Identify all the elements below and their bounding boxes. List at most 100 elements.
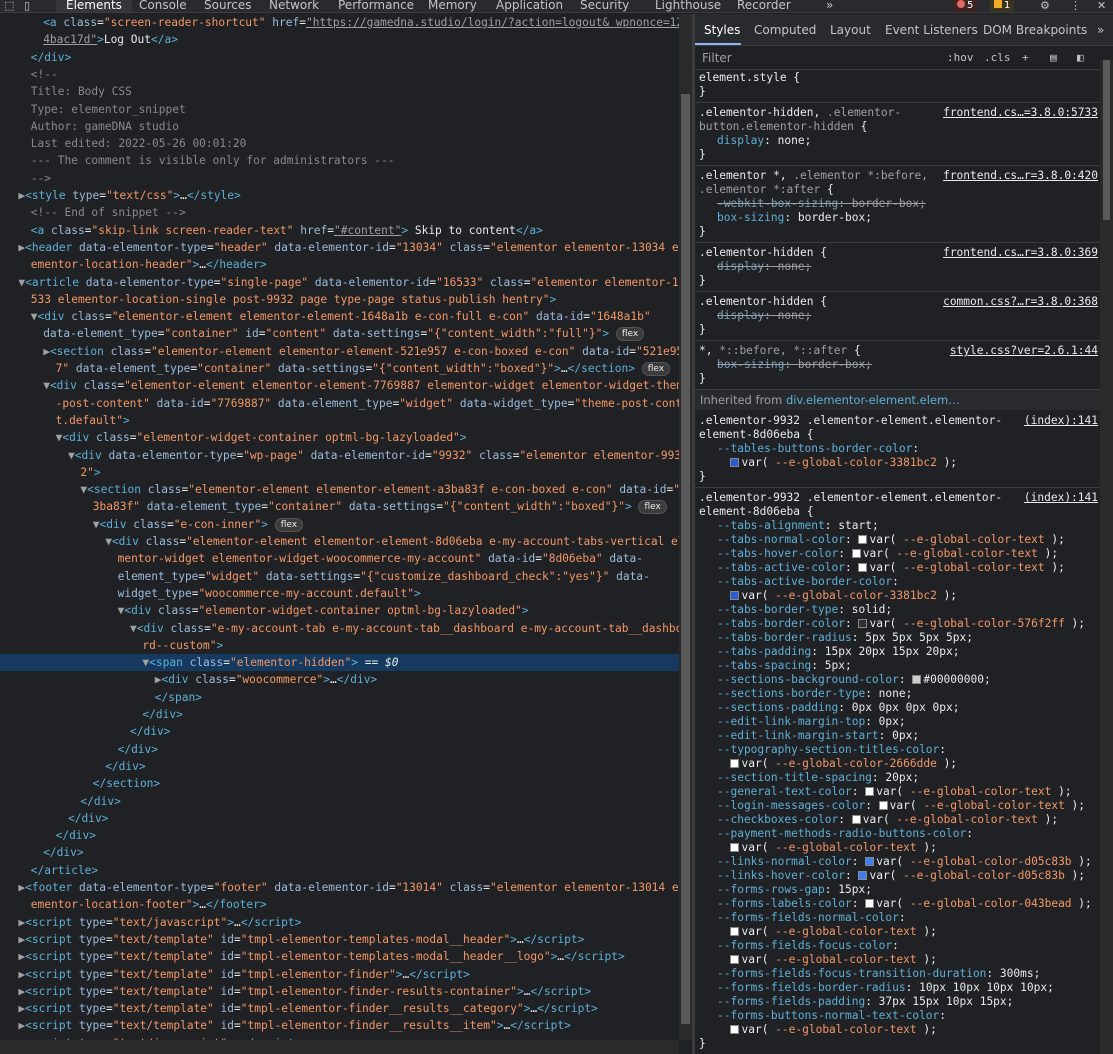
css-property[interactable]: var( --e-global-color-text ); bbox=[695, 953, 1100, 967]
tab-recorder[interactable]: Recorder bbox=[737, 0, 791, 12]
cls-toggle[interactable]: .cls bbox=[984, 51, 1011, 64]
css-property[interactable]: --checkboxes-color: var( --e-global-colo… bbox=[695, 813, 1100, 827]
dom-node-line[interactable]: --> bbox=[0, 170, 679, 187]
dom-node-line[interactable]: ▼<div class="elementor-element elementor… bbox=[0, 308, 679, 325]
dom-node-line[interactable]: data-element_type="container" id="conten… bbox=[0, 325, 679, 342]
css-property[interactable]: var( --e-global-color-3381bc2 ); bbox=[695, 589, 1100, 603]
tab-lighthouse[interactable]: Lighthouse bbox=[655, 0, 721, 12]
css-property[interactable]: --sections-padding: 0px 0px 0px 0px; bbox=[695, 701, 1100, 715]
css-property[interactable]: --tables-buttons-border-color: bbox=[695, 442, 1100, 456]
dom-node-line[interactable]: <!-- End of snippet --> bbox=[0, 204, 679, 221]
css-property[interactable]: box-sizing: border-box; bbox=[695, 358, 1100, 372]
tab-console[interactable]: Console bbox=[139, 0, 187, 12]
css-source-link[interactable]: (index):141 bbox=[1024, 491, 1098, 505]
css-property[interactable]: --sections-background-color: #00000000; bbox=[695, 673, 1100, 687]
css-property[interactable]: --links-normal-color: var( --e-global-co… bbox=[695, 855, 1100, 869]
css-property[interactable]: --tabs-spacing: 5px; bbox=[695, 659, 1100, 673]
css-property[interactable]: var( --e-global-color-2666dde ); bbox=[695, 757, 1100, 771]
more-tabs-button[interactable]: » bbox=[826, 0, 833, 12]
css-property[interactable]: --forms-rows-gap: 15px; bbox=[695, 883, 1100, 897]
css-property[interactable]: --tabs-border-type: solid; bbox=[695, 603, 1100, 617]
dom-node-line[interactable]: ▼<section class="elementor-element eleme… bbox=[0, 481, 679, 498]
toggle-sidebar-icon[interactable]: ◧ bbox=[1077, 51, 1084, 64]
gear-icon[interactable]: ⚙ bbox=[1040, 0, 1050, 12]
dom-node-line[interactable]: t.default"> bbox=[0, 412, 679, 429]
css-property[interactable]: var( --e-global-color-text ); bbox=[695, 841, 1100, 855]
dom-vertical-scrollbar[interactable] bbox=[679, 14, 692, 1040]
css-property[interactable]: display: none; bbox=[695, 134, 1100, 148]
close-icon[interactable]: ✕ bbox=[1097, 0, 1106, 12]
css-property[interactable]: var( --e-global-color-text ); bbox=[695, 925, 1100, 939]
css-source-link[interactable]: style.css?ver=2.6.1:44 bbox=[950, 344, 1098, 358]
dom-node-line[interactable]: ▼<div class="elementor-widget-container … bbox=[0, 602, 679, 619]
dom-node-line[interactable]: 4bac17d">Log Out</a> bbox=[0, 31, 679, 48]
paint-icon[interactable]: ▤ bbox=[1050, 51, 1057, 64]
css-property[interactable]: display: none; bbox=[695, 260, 1100, 274]
subtab-layout[interactable]: Layout bbox=[830, 23, 871, 37]
css-property[interactable]: --forms-fields-normal-color: bbox=[695, 911, 1100, 925]
tab-memory[interactable]: Memory bbox=[428, 0, 477, 12]
css-property[interactable]: --login-messages-color: var( --e-global-… bbox=[695, 799, 1100, 813]
dom-tree-panel[interactable]: <a class="screen-reader-shortcut" href="… bbox=[0, 14, 679, 1040]
tab-performance[interactable]: Performance bbox=[338, 0, 414, 12]
css-property[interactable]: var( --e-global-color-3381bc2 ); bbox=[695, 456, 1100, 470]
css-property[interactable]: --forms-fields-focus-color: bbox=[695, 939, 1100, 953]
dom-node-line[interactable]: </div> bbox=[0, 741, 679, 758]
dom-node-line[interactable]: <a class="skip-link screen-reader-text" … bbox=[0, 222, 679, 239]
subtab-event-listeners[interactable]: Event Listeners bbox=[885, 23, 978, 37]
dom-node-line[interactable]: element_type="widget" data-settings="{"c… bbox=[0, 568, 679, 585]
dom-node-line[interactable]: ▼<article data-elementor-type="single-pa… bbox=[0, 274, 679, 291]
dom-node-line[interactable]: --- The comment is visible only for admi… bbox=[0, 152, 679, 169]
css-property[interactable]: --edit-link-margin-top: 0px; bbox=[695, 715, 1100, 729]
dom-node-line[interactable]: ▶<script type="text/template" id="tmpl-e… bbox=[0, 983, 679, 1000]
css-property[interactable]: --forms-fields-border-radius: 10px 10px … bbox=[695, 981, 1100, 995]
error-count-badge[interactable]: 5 bbox=[953, 0, 978, 12]
dom-node-line[interactable]: ▼<div class="elementor-widget-container … bbox=[0, 429, 679, 446]
css-property[interactable]: --sections-border-type: none; bbox=[695, 687, 1100, 701]
css-property[interactable]: --section-title-spacing: 20px; bbox=[695, 771, 1100, 785]
dom-node-line[interactable]: </div> bbox=[0, 758, 679, 775]
dom-node-line[interactable]: ▶<section class="elementor-element eleme… bbox=[0, 343, 679, 360]
dom-node-line[interactable]: 533 elementor-location-single post-9932 … bbox=[0, 291, 679, 308]
inherited-node-link[interactable]: div.elementor-element.elem… bbox=[786, 393, 960, 407]
dom-scroll-thumb[interactable] bbox=[681, 94, 690, 1024]
css-property[interactable]: --typography-section-titles-color: bbox=[695, 743, 1100, 757]
dom-node-line[interactable]: Last edited: 2022-05-26 00:01:20 bbox=[0, 135, 679, 152]
styles-scroll-thumb[interactable] bbox=[1103, 60, 1110, 220]
more-subtabs-button[interactable]: » bbox=[1097, 23, 1104, 37]
css-property[interactable]: --forms-fields-padding: 37px 15px 10px 1… bbox=[695, 995, 1100, 1009]
tab-network[interactable]: Network bbox=[269, 0, 319, 12]
dom-node-line[interactable]: ▼<div class="elementor-element elementor… bbox=[0, 377, 679, 394]
dom-node-line[interactable]: </div> bbox=[0, 49, 679, 66]
tab-application[interactable]: Application bbox=[496, 0, 563, 12]
dom-node-line[interactable]: </div> bbox=[0, 706, 679, 723]
styles-filter-input[interactable]: Filter bbox=[702, 51, 732, 65]
dom-node-line[interactable]: Type: elementor_snippet bbox=[0, 101, 679, 118]
dom-node-line[interactable]: ementor-location-footer">…</footer> bbox=[0, 896, 679, 913]
dom-node-line[interactable]: ▶<style type="text/css">…</style> bbox=[0, 187, 679, 204]
dom-node-line[interactable]: 3ba83f" data-element_type="container" da… bbox=[0, 498, 679, 515]
css-property[interactable]: --links-hover-color: var( --e-global-col… bbox=[695, 869, 1100, 883]
css-property[interactable]: --forms-labels-color: var( --e-global-co… bbox=[695, 897, 1100, 911]
dom-node-line[interactable]: ▶<script type="text/template" id="tmpl-e… bbox=[0, 948, 679, 965]
dom-node-line[interactable]: </div> bbox=[0, 844, 679, 861]
css-source-link[interactable]: (index):141 bbox=[1024, 414, 1098, 428]
css-property[interactable]: -webkit-box-sizing: border-box; bbox=[695, 197, 1100, 211]
dom-node-line[interactable]: mentor-widget elementor-widget-woocommer… bbox=[0, 550, 679, 567]
tab-elements[interactable]: Elements bbox=[56, 0, 132, 12]
css-source-link[interactable]: frontend.cs…r=3.8.0:420 bbox=[943, 169, 1098, 183]
dom-node-line[interactable]: <!-- bbox=[0, 66, 679, 83]
styles-vertical-scrollbar[interactable] bbox=[1100, 60, 1113, 1054]
dom-node-selected[interactable]: ▼<span class="elementor-hidden"> == $0 bbox=[0, 654, 679, 672]
dom-node-line[interactable]: <a class="screen-reader-shortcut" href="… bbox=[0, 14, 679, 31]
dom-horizontal-scrollbar[interactable] bbox=[0, 1040, 679, 1054]
css-property[interactable]: --tabs-alignment: start; bbox=[695, 519, 1100, 533]
dom-node-line[interactable]: 2"> bbox=[0, 464, 679, 481]
dom-node-line[interactable]: ▶<script type="text/template" id="tmpl-e… bbox=[0, 1017, 679, 1034]
css-property[interactable]: --forms-fields-focus-transition-duration… bbox=[695, 967, 1100, 981]
dom-node-line[interactable]: </section> bbox=[0, 775, 679, 792]
dom-node-line[interactable]: ▼<div class="e-my-account-tab e-my-accou… bbox=[0, 620, 679, 637]
dom-node-line[interactable]: </div> bbox=[0, 810, 679, 827]
css-property[interactable]: --tabs-padding: 15px 20px 15px 20px; bbox=[695, 645, 1100, 659]
css-property[interactable]: --payment-methods-radio-buttons-color: bbox=[695, 827, 1100, 841]
